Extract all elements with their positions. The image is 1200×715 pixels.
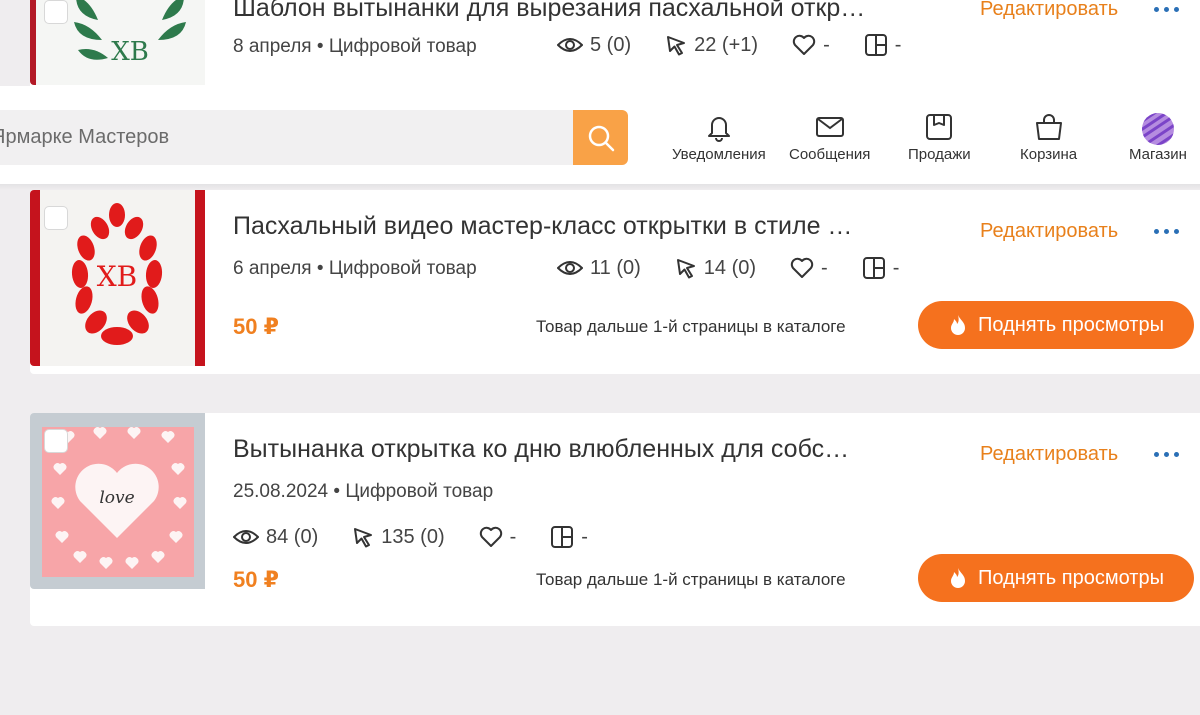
product-stats: 5 (0) 22 (+1) - - (557, 33, 901, 57)
eye-icon (233, 530, 259, 544)
eye-icon (557, 38, 583, 52)
product-type: Цифровой товар (328, 258, 477, 279)
product-price: 50 ₽ (233, 567, 279, 592)
views-stat: 5 (0) (557, 34, 631, 57)
cursor-icon (354, 528, 373, 548)
svg-text:ХВ: ХВ (97, 260, 138, 293)
likes-stat: - (792, 34, 830, 57)
boost-views-button[interactable]: Поднять просмотры (918, 554, 1194, 602)
header-divider (0, 184, 1200, 190)
product-stats: 84 (0) 135 (0) - - (233, 525, 588, 549)
flame-icon (951, 315, 966, 335)
select-checkbox[interactable] (44, 206, 68, 230)
collection-icon (862, 257, 885, 279)
basket-icon (1035, 114, 1062, 140)
clicks-stat: 22 (+1) (665, 34, 758, 57)
bell-icon (707, 117, 730, 142)
meta-separator: • (333, 481, 341, 502)
product-title[interactable]: Пасхальный видео мастер-класс открытки в… (233, 212, 923, 241)
svg-text:ХВ: ХВ (111, 37, 149, 67)
box-icon (926, 114, 953, 140)
product-title[interactable]: Шаблон вытынанки для вырезания пасхально… (233, 0, 923, 23)
likes-stat: - (479, 526, 516, 549)
shop-avatar-icon (1141, 113, 1174, 145)
product-meta: 8 апреля • Цифровой товар (233, 36, 477, 58)
collections-stat: - (550, 525, 588, 549)
collection-icon (864, 34, 887, 56)
search-icon (588, 125, 614, 151)
likes-stat: - (790, 257, 828, 280)
views-stat: 11 (0) (557, 257, 641, 280)
nav-sales[interactable]: Продажи (908, 112, 971, 163)
product-stats: 11 (0) 14 (0) - - (557, 256, 899, 280)
product-date: 6 апреля (233, 258, 312, 279)
eye-icon (557, 261, 583, 275)
clicks-stat: 14 (0) (675, 257, 756, 280)
edit-link[interactable]: Редактировать (980, 0, 1118, 21)
views-stat: 84 (0) (233, 526, 318, 549)
cursor-icon (667, 36, 686, 56)
more-options-button[interactable] (1154, 7, 1179, 12)
product-meta: 25.08.2024 • Цифровой товар (233, 481, 493, 503)
catalog-position-note: Товар дальше 1-й страницы в каталоге (536, 317, 846, 336)
select-checkbox[interactable] (44, 429, 68, 453)
search-input[interactable]: Ярмарке Мастеров (0, 110, 573, 165)
envelope-icon (815, 117, 844, 137)
search-placeholder: Ярмарке Мастеров (0, 126, 170, 148)
clicks-stat: 135 (0) (352, 526, 445, 549)
edit-link[interactable]: Редактировать (980, 220, 1118, 243)
search-button[interactable] (573, 110, 628, 165)
boost-views-button[interactable]: Поднять просмотры (918, 301, 1194, 349)
heart-icon (790, 257, 814, 278)
meta-separator: • (316, 258, 324, 279)
collection-icon (551, 526, 574, 548)
more-options-button[interactable] (1154, 229, 1179, 234)
select-checkbox[interactable] (44, 0, 68, 24)
catalog-position-note: Товар дальше 1-й страницы в каталоге (536, 570, 846, 589)
heart-icon (792, 34, 816, 55)
product-type: Цифровой товар (345, 481, 494, 502)
site-header: Ярмарке Мастеров Уведомления Сообщения П… (0, 86, 1200, 184)
cursor-icon (676, 259, 695, 279)
nav-cart[interactable]: Корзина (1020, 112, 1077, 163)
product-price: 50 ₽ (233, 314, 279, 339)
product-date: 25.08.2024 (233, 481, 329, 502)
nav-notifications[interactable]: Уведомления (672, 112, 766, 163)
flame-icon (951, 568, 966, 588)
product-card: love Вытынанка открытка ко дню влюбленны… (30, 413, 1200, 626)
collections-stat: - (864, 33, 901, 57)
image-caption: love (99, 488, 134, 508)
product-title[interactable]: Вытынанка открытка ко дню влюбленных для… (233, 435, 923, 464)
edit-link[interactable]: Редактировать (980, 443, 1118, 466)
product-type: Цифровой товар (328, 36, 477, 57)
more-options-button[interactable] (1154, 452, 1179, 457)
heart-icon (479, 526, 502, 547)
product-card: ХВ Пасхальный видео мастер-класс открытк… (30, 190, 1200, 374)
product-date: 8 апреля (233, 36, 312, 57)
meta-separator: • (316, 36, 324, 57)
nav-messages[interactable]: Сообщения (789, 112, 870, 163)
product-meta: 6 апреля • Цифровой товар (233, 258, 477, 280)
nav-shop[interactable]: Магазин (1129, 112, 1187, 163)
collections-stat: - (862, 256, 899, 280)
